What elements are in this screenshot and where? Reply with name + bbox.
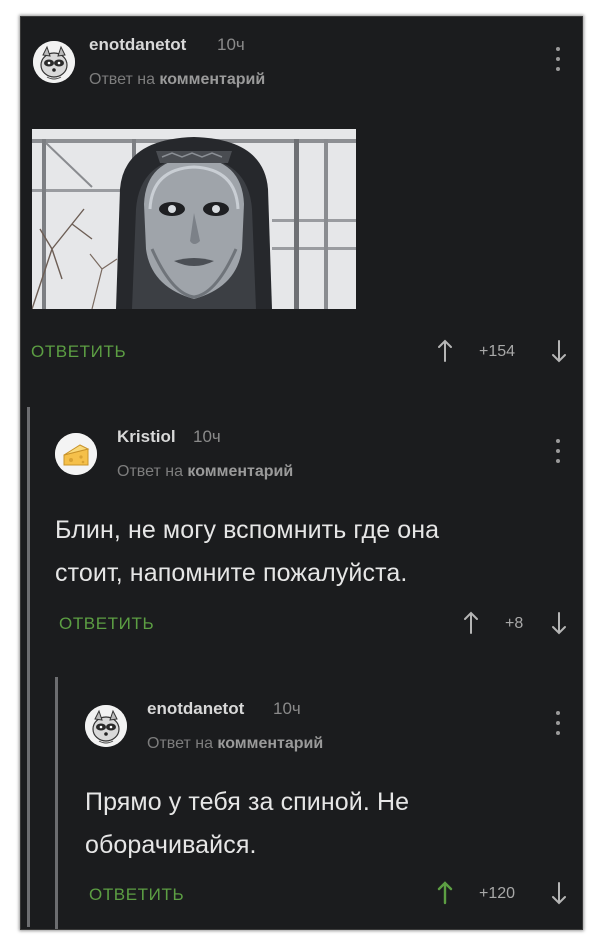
- comment-3-username[interactable]: enotdanetot: [147, 699, 244, 719]
- reply-prefix: Ответ на: [89, 71, 155, 88]
- more-options-icon[interactable]: [555, 439, 561, 467]
- comment-3-text: Прямо у тебя за спиной. Не оборачивайся.: [85, 781, 409, 867]
- more-options-icon[interactable]: [555, 47, 561, 75]
- comment-2-time: 10ч: [193, 427, 221, 446]
- reply-target-link[interactable]: комментарий: [159, 71, 265, 88]
- avatar-raccoon-icon[interactable]: [33, 41, 75, 83]
- text-line: оборачивайся.: [85, 831, 257, 859]
- comment-1-username[interactable]: enotdanetot: [89, 35, 186, 55]
- comment-1-image[interactable]: [32, 129, 356, 309]
- more-options-icon[interactable]: [555, 711, 561, 739]
- avatar-cheese-icon[interactable]: [55, 433, 97, 475]
- thread-line-level-2[interactable]: [55, 677, 58, 929]
- text-line: Прямо у тебя за спиной. Не: [85, 788, 410, 816]
- downvote-arrow-icon[interactable]: [551, 339, 567, 363]
- comment-3-reply-to: Ответ на комментарий: [147, 735, 323, 753]
- comment-2-reply-to: Ответ на комментарий: [117, 463, 293, 481]
- downvote-arrow-icon[interactable]: [551, 881, 567, 905]
- comment-1-reply-to: Ответ на комментарий: [89, 71, 265, 89]
- upvote-arrow-icon[interactable]: [463, 611, 479, 635]
- comment-1-votes: +154: [479, 343, 516, 360]
- comments-thread: enotdanetot 10ч Ответ на комментарий ОТВ…: [20, 16, 583, 930]
- reply-target-link[interactable]: комментарий: [187, 463, 293, 480]
- comment-2-votes: +8: [505, 615, 524, 632]
- comment-1-time: 10ч: [217, 35, 245, 54]
- comment-3-time: 10ч: [273, 699, 301, 718]
- text-line: Блин, не могу вспомнить где она: [55, 516, 440, 544]
- text-line: стоит, напомните пожалуйста.: [55, 559, 408, 587]
- reply-target-link[interactable]: комментарий: [217, 735, 323, 752]
- comment-2-text: Блин, не могу вспомнить где она стоит, н…: [55, 509, 439, 595]
- reply-prefix: Ответ на: [147, 735, 213, 752]
- upvote-arrow-icon[interactable]: [437, 339, 453, 363]
- reply-prefix: Ответ на: [117, 463, 183, 480]
- comment-3-reply-button[interactable]: ОТВЕТИТЬ: [89, 885, 184, 905]
- thread-line-level-1[interactable]: [27, 407, 30, 927]
- comment-2-reply-button[interactable]: ОТВЕТИТЬ: [59, 614, 154, 634]
- comment-1-reply-button[interactable]: ОТВЕТИТЬ: [31, 342, 126, 362]
- upvote-arrow-icon-active[interactable]: [437, 881, 453, 905]
- avatar-raccoon-icon[interactable]: [85, 705, 127, 747]
- comment-2-username[interactable]: Kristiol: [117, 427, 176, 447]
- comment-3-votes: +120: [479, 885, 516, 902]
- downvote-arrow-icon[interactable]: [551, 611, 567, 635]
